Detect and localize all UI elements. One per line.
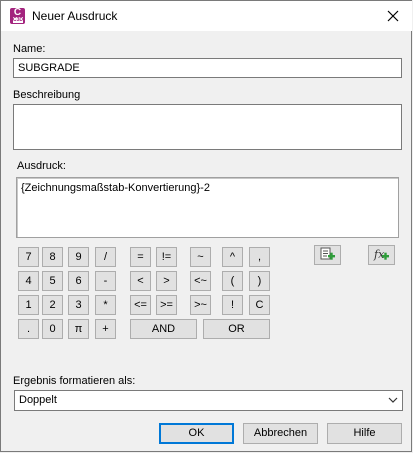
key-5[interactable]: 5: [42, 271, 63, 291]
insert-property-icon: [320, 247, 335, 260]
description-input[interactable]: [14, 105, 401, 149]
key-equals[interactable]: =: [130, 247, 151, 267]
key-4[interactable]: 4: [18, 271, 39, 291]
format-select-value: Doppelt: [19, 394, 57, 406]
key-minus[interactable]: -: [95, 271, 116, 291]
key-not-equals[interactable]: !=: [156, 247, 177, 267]
key-greater-approx[interactable]: >~: [190, 295, 211, 315]
key-or[interactable]: OR: [203, 319, 270, 339]
format-label: Ergebnis formatieren als:: [13, 375, 136, 387]
key-less[interactable]: <: [130, 271, 151, 291]
title-bar: C C3D Neuer Ausdruck: [1, 1, 412, 31]
key-1[interactable]: 1: [18, 295, 39, 315]
description-field-box: [13, 104, 402, 150]
key-greater[interactable]: >: [156, 271, 177, 291]
svg-text:fx: fx: [373, 248, 385, 261]
expression-field[interactable]: {Zeichnungsmaßstab-Konvertierung}-2: [16, 177, 399, 238]
key-decimal[interactable]: .: [18, 319, 39, 339]
window-title: Neuer Ausdruck: [32, 9, 118, 23]
key-3[interactable]: 3: [68, 295, 89, 315]
key-comma[interactable]: ,: [249, 247, 270, 267]
key-close-paren[interactable]: ): [249, 271, 270, 291]
expression-text: {Zeichnungsmaßstab-Konvertierung}-2: [21, 182, 210, 194]
key-plus[interactable]: +: [95, 319, 116, 339]
key-power[interactable]: ^: [222, 247, 243, 267]
name-label: Name:: [13, 43, 46, 55]
cancel-button[interactable]: Abbrechen: [243, 423, 318, 444]
key-2[interactable]: 2: [42, 295, 63, 315]
app-icon: C C3D: [10, 7, 25, 24]
name-field-box: [13, 58, 402, 78]
chevron-down-icon: [388, 397, 398, 403]
close-icon: [387, 10, 399, 22]
help-button[interactable]: Hilfe: [327, 423, 402, 444]
key-open-paren[interactable]: (: [222, 271, 243, 291]
key-approx[interactable]: ~: [190, 247, 211, 267]
key-7[interactable]: 7: [18, 247, 39, 267]
expression-label: Ausdruck:: [17, 160, 66, 172]
format-select[interactable]: Doppelt: [14, 390, 403, 411]
insert-function-icon: fx: [373, 248, 389, 261]
key-greater-equal[interactable]: >=: [156, 295, 177, 315]
key-less-approx[interactable]: <~: [190, 271, 211, 291]
key-8[interactable]: 8: [42, 247, 63, 267]
key-multiply[interactable]: *: [95, 295, 116, 315]
dialog-window: C C3D Neuer Ausdruck Name: Beschreibung …: [0, 0, 412, 452]
key-6[interactable]: 6: [68, 271, 89, 291]
name-input[interactable]: [14, 59, 401, 77]
key-not[interactable]: !: [222, 295, 243, 315]
insert-function-button[interactable]: fx: [368, 245, 395, 265]
key-9[interactable]: 9: [68, 247, 89, 267]
key-clear[interactable]: C: [249, 295, 270, 315]
key-and[interactable]: AND: [130, 319, 197, 339]
close-button[interactable]: [381, 5, 405, 27]
key-0[interactable]: 0: [42, 319, 63, 339]
description-label: Beschreibung: [13, 89, 81, 101]
insert-property-button[interactable]: [314, 245, 341, 265]
key-less-equal[interactable]: <=: [130, 295, 151, 315]
app-icon-version: C3D: [13, 17, 24, 23]
ok-button[interactable]: OK: [159, 423, 234, 444]
key-divide[interactable]: /: [95, 247, 116, 267]
key-pi[interactable]: π: [68, 319, 89, 339]
